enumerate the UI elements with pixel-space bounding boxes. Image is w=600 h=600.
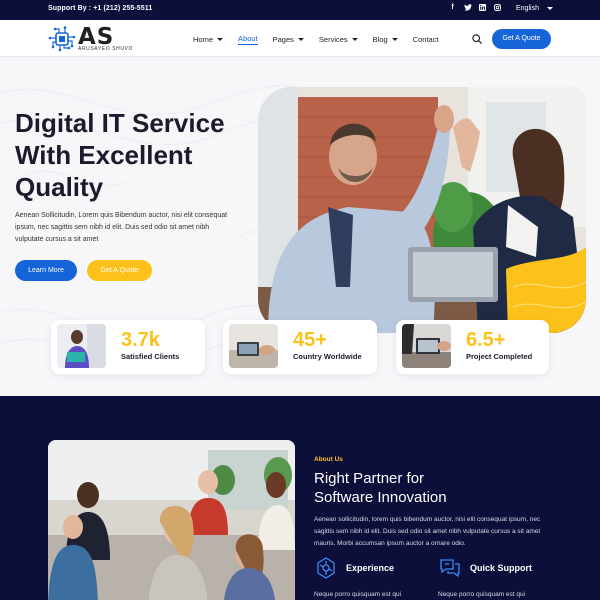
stat-value: 3.7k — [121, 329, 160, 351]
about-title: Right Partner for Software Innovation — [314, 469, 564, 507]
chevron-down-icon — [217, 38, 224, 41]
stat-thumbnail — [402, 324, 451, 368]
top-bar: Support By : +1 (212) 255-5511 f English — [0, 0, 600, 20]
experience-icon — [317, 557, 335, 579]
main-header: AS ARUSAYEO SHUVO Home About Pages Servi… — [0, 20, 600, 57]
language-selector[interactable]: English — [516, 5, 553, 12]
stat-value: 45+ — [293, 329, 327, 351]
about-image — [48, 440, 295, 600]
social-links: f — [449, 4, 501, 12]
hero-section: Digital IT Service With Excellent Qualit… — [0, 57, 600, 396]
chevron-down-icon — [391, 38, 398, 41]
about-section: About Us Right Partner for Software Inno… — [0, 396, 600, 600]
twitter-icon[interactable] — [464, 4, 472, 12]
nav-label: Pages — [272, 35, 294, 44]
instagram-icon[interactable] — [494, 4, 501, 12]
stat-label: Project Completed — [466, 352, 533, 361]
support-chat-icon — [440, 559, 460, 578]
nav-label: Contact — [412, 35, 439, 44]
nav-item-services[interactable]: Services — [319, 34, 358, 45]
site-logo[interactable]: AS ARUSAYEO SHUVO — [48, 24, 138, 54]
logo-subtitle: ARUSAYEO SHUVO — [78, 46, 133, 52]
about-title-line: Software Innovation — [314, 489, 447, 506]
feature-title: Experience — [346, 563, 395, 573]
stat-card-countries: 45+ Country Worldwide — [223, 320, 377, 374]
nav-item-blog[interactable]: Blog — [373, 34, 398, 45]
stat-thumbnail — [229, 324, 278, 368]
stat-label: Country Worldwide — [293, 352, 362, 361]
nav-item-about[interactable]: About — [238, 34, 258, 45]
nav-item-home[interactable]: Home — [193, 34, 224, 45]
nav-label: Services — [318, 35, 348, 44]
support-phone: Support By : +1 (212) 255-5511 — [48, 5, 153, 12]
feature-quick-support: Quick Support — [438, 556, 532, 580]
feature-title: Quick Support — [470, 563, 533, 573]
about-title-line: Right Partner for — [314, 470, 425, 487]
search-icon[interactable] — [472, 34, 482, 44]
nav-label: Blog — [372, 35, 388, 44]
chevron-down-icon — [351, 38, 358, 41]
stat-card-clients: 3.7k Satisfied Clients — [51, 320, 205, 374]
hero-title-line: Digital IT Service — [15, 108, 225, 138]
facebook-icon[interactable]: f — [449, 4, 456, 12]
hero-title-line: Quality — [15, 172, 104, 202]
feature-experience: Experience — [314, 556, 394, 580]
get-quote-button[interactable]: Get A Quote — [492, 29, 551, 49]
nav-label: About — [238, 34, 258, 43]
learn-more-button[interactable]: Learn More — [15, 260, 77, 281]
hero-get-quote-button[interactable]: Get A Quote — [87, 260, 152, 281]
circuit-logo-icon — [48, 26, 76, 52]
feature-description: Neque porro quisquam est qui — [438, 591, 526, 598]
language-label: English — [516, 5, 539, 12]
stat-label: Satisfied Clients — [121, 352, 180, 361]
chevron-down-icon — [546, 7, 553, 10]
feature-description: Neque porro quisquam est qui — [314, 591, 402, 598]
stat-value: 6.5+ — [466, 329, 506, 351]
hero-title: Digital IT Service With Excellent Qualit… — [15, 107, 235, 203]
hero-title-line: With Excellent — [15, 140, 193, 170]
about-description: Aenean sollicitudin, lorem quis bibendum… — [314, 516, 541, 547]
nav-item-contact[interactable]: Contact — [413, 34, 439, 45]
main-nav: Home About Pages Services Blog Contact — [193, 34, 439, 45]
stat-thumbnail — [57, 324, 106, 368]
hero-description: Aenean Sollicitudin, Lorem quis Bibendum… — [15, 212, 228, 243]
stat-card-projects: 6.5+ Project Completed — [396, 320, 549, 374]
linkedin-icon[interactable] — [479, 4, 486, 12]
nav-item-pages[interactable]: Pages — [273, 34, 304, 45]
nav-label: Home — [193, 35, 214, 44]
about-kicker: About Us — [314, 456, 343, 463]
hero-image — [258, 87, 586, 333]
chevron-down-icon — [297, 38, 304, 41]
